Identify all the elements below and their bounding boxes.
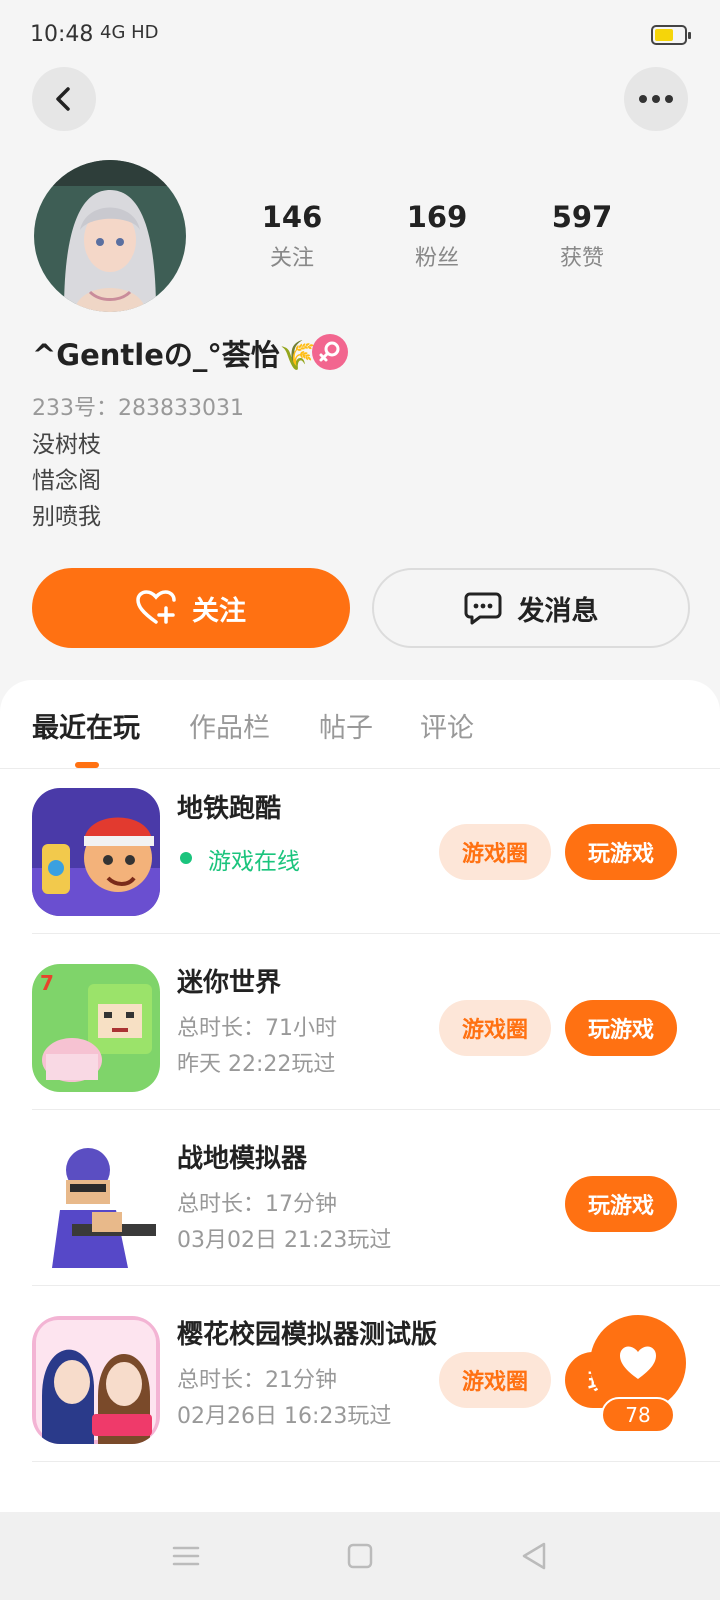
follow-label: 关注 bbox=[192, 595, 246, 627]
female-icon bbox=[312, 334, 348, 370]
game-icon-sakura-school bbox=[32, 1316, 160, 1444]
game-icon-mini-world: 7 bbox=[32, 964, 160, 1092]
online-status-text: 游戏在线 bbox=[208, 849, 300, 875]
likes-count: 597 bbox=[551, 200, 613, 234]
game-icon-battlefield-simulator bbox=[32, 1140, 160, 1268]
chat-icon bbox=[464, 592, 501, 625]
status-time: 10:48 bbox=[30, 22, 94, 47]
followers-count: 169 bbox=[406, 200, 468, 234]
like-count: 78 bbox=[601, 1397, 675, 1433]
more-button[interactable] bbox=[624, 67, 688, 131]
game-duration: 总时长：21分钟 bbox=[177, 1368, 337, 1393]
battery-icon bbox=[651, 25, 691, 45]
game-row[interactable]: 战地模拟器 总时长：17分钟 03月02日 21:23玩过 玩游戏 bbox=[0, 1110, 720, 1286]
more-dots-icon bbox=[639, 95, 673, 103]
likes-label: 获赞 bbox=[559, 246, 604, 271]
play-game-button[interactable]: 玩游戏 bbox=[565, 824, 677, 880]
status-bar: 10:48 4G HD bbox=[0, 0, 720, 70]
bio-line-3: 别喷我 bbox=[32, 504, 101, 530]
heart-icon bbox=[620, 1346, 656, 1379]
chevron-left-icon bbox=[56, 87, 70, 111]
network-indicator: 4G HD bbox=[100, 22, 159, 43]
play-game-button[interactable]: 玩游戏 bbox=[565, 1000, 677, 1056]
follow-button[interactable]: 关注 bbox=[32, 568, 350, 648]
heart-plus-icon bbox=[136, 590, 176, 624]
svg-text:7: 7 bbox=[40, 971, 54, 995]
game-circle-button[interactable]: 游戏圈 bbox=[439, 824, 551, 880]
game-row[interactable]: 7 迷你世界 总时长：71小时 昨天 22:22玩过 游戏圈 玩游戏 bbox=[0, 934, 720, 1110]
stat-followers[interactable]: 169 粉丝 bbox=[377, 200, 497, 272]
stat-following[interactable]: 146 关注 bbox=[232, 200, 352, 272]
game-icon-subway-surfers bbox=[32, 788, 160, 916]
user-id: 233号：283833031 bbox=[32, 396, 244, 421]
game-last-played: 03月02日 21:23玩过 bbox=[177, 1228, 392, 1253]
game-last-played: 02月26日 16:23玩过 bbox=[177, 1404, 392, 1429]
stat-likes[interactable]: 597 获赞 bbox=[522, 200, 642, 272]
avatar[interactable] bbox=[34, 160, 186, 312]
message-label: 发消息 bbox=[517, 595, 599, 627]
game-row[interactable]: 地铁跑酷 游戏在线 游戏圈 玩游戏 bbox=[0, 758, 720, 934]
followers-label: 粉丝 bbox=[414, 246, 459, 271]
game-last-played: 昨天 22:22玩过 bbox=[177, 1052, 336, 1077]
tab-posts[interactable]: 帖子 bbox=[319, 706, 373, 745]
game-name: 迷你世界 bbox=[177, 968, 282, 998]
bio-line-2: 惜念阁 bbox=[32, 468, 101, 494]
game-name: 地铁跑酷 bbox=[177, 794, 282, 824]
back-nav-icon[interactable] bbox=[518, 1540, 550, 1572]
game-duration: 总时长：71小时 bbox=[177, 1016, 337, 1041]
system-nav-bar bbox=[0, 1512, 720, 1600]
game-circle-button[interactable]: 游戏圈 bbox=[439, 1000, 551, 1056]
game-name: 樱花校园模拟器测试版 bbox=[177, 1320, 437, 1350]
play-game-button[interactable]: 玩游戏 bbox=[565, 1176, 677, 1232]
avatar-image bbox=[34, 160, 186, 312]
online-status-dot bbox=[180, 852, 192, 864]
message-button[interactable]: 发消息 bbox=[372, 568, 690, 648]
tab-recent-games[interactable]: 最近在玩 bbox=[32, 706, 140, 745]
menu-icon[interactable] bbox=[170, 1540, 202, 1572]
tab-works[interactable]: 作品栏 bbox=[189, 706, 270, 745]
game-circle-button[interactable]: 游戏圈 bbox=[439, 1352, 551, 1408]
tab-comments[interactable]: 评论 bbox=[420, 706, 474, 745]
following-count: 146 bbox=[261, 200, 323, 234]
back-button[interactable] bbox=[32, 67, 96, 131]
nickname: ^Gentleの_°荟怡🌾 bbox=[32, 338, 316, 372]
game-duration: 总时长：17分钟 bbox=[177, 1192, 337, 1217]
bio-line-1: 没树枝 bbox=[32, 432, 101, 458]
following-label: 关注 bbox=[269, 246, 314, 271]
row-divider bbox=[32, 1461, 720, 1462]
home-icon[interactable] bbox=[344, 1540, 376, 1572]
game-name: 战地模拟器 bbox=[177, 1144, 308, 1174]
